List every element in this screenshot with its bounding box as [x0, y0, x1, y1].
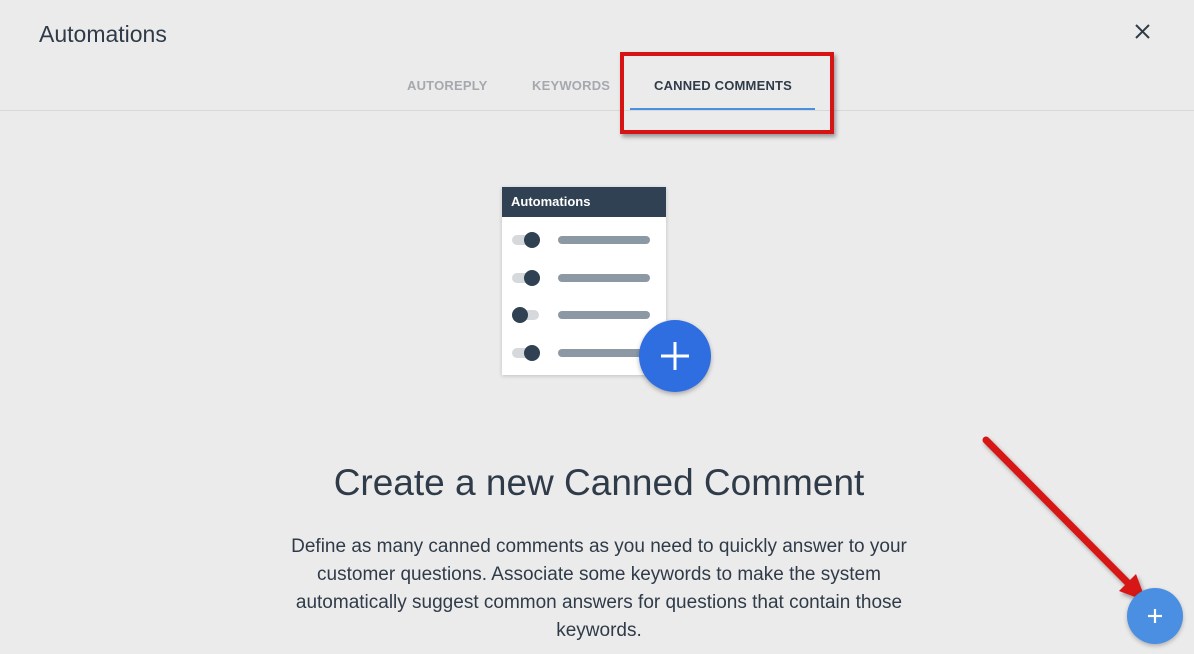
add-canned-comment-button[interactable]	[1127, 588, 1183, 644]
toggle-knob	[524, 270, 540, 286]
illustration-add-button	[639, 320, 711, 392]
tab-keywords[interactable]: KEYWORDS	[532, 78, 610, 93]
illustration-row	[502, 268, 666, 288]
illustration-row	[502, 230, 666, 250]
plus-icon	[661, 342, 689, 370]
placeholder-line	[558, 274, 650, 282]
illustration-card-title: Automations	[502, 187, 666, 217]
empty-state-headline: Create a new Canned Comment	[333, 462, 865, 503]
placeholder-line	[558, 311, 650, 319]
placeholder-line	[558, 349, 650, 357]
placeholder-line	[558, 236, 650, 244]
toggle-knob	[524, 232, 540, 248]
plus-icon	[1148, 609, 1162, 623]
empty-state-description: Define as many canned comments as you ne…	[291, 536, 907, 641]
tab-bar: AUTOREPLY KEYWORDS CANNED COMMENTS	[0, 0, 1194, 110]
toggle-knob	[512, 307, 528, 323]
tab-autoreply[interactable]: AUTOREPLY	[407, 78, 488, 93]
annotation-highlight-box	[620, 52, 834, 134]
toggle-knob	[524, 345, 540, 361]
